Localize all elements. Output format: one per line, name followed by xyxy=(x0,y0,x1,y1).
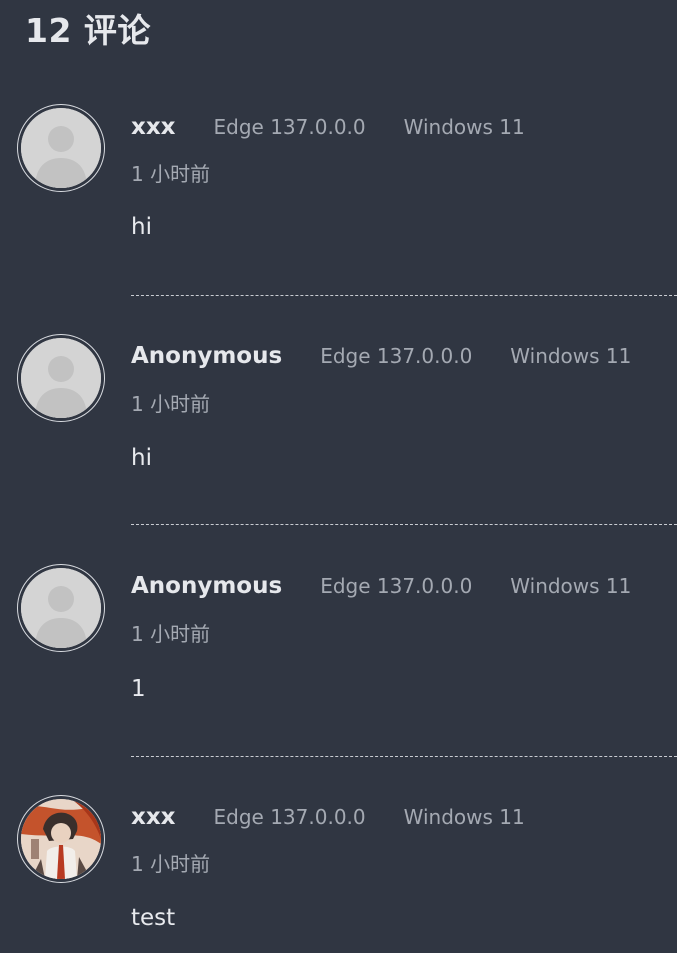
comment-browser: Edge 137.0.0.0 xyxy=(320,574,473,598)
comment-time: 1 小时前 xyxy=(131,392,211,416)
comment-author[interactable]: Anonymous xyxy=(131,343,282,369)
divider xyxy=(131,756,677,757)
comment-browser: Edge 137.0.0.0 xyxy=(213,805,366,829)
comment-browser: Edge 137.0.0.0 xyxy=(320,344,473,368)
comment-time: 1 小时前 xyxy=(131,162,211,186)
comment-meta: xxx Edge 137.0.0.0 Windows 11 xyxy=(131,114,525,140)
comment-meta: xxx Edge 137.0.0.0 Windows 11 xyxy=(131,804,525,830)
default-avatar-icon xyxy=(21,108,101,188)
comment-text: hi xyxy=(131,445,152,471)
comment-os: Windows 11 xyxy=(403,805,525,829)
comment-os: Windows 11 xyxy=(510,344,632,368)
divider xyxy=(131,524,677,525)
comment-os: Windows 11 xyxy=(403,115,525,139)
default-avatar-icon xyxy=(21,568,101,648)
comment-time: 1 小时前 xyxy=(131,622,211,646)
comment-text: 1 xyxy=(131,676,146,702)
avatar[interactable] xyxy=(17,564,105,652)
avatar[interactable] xyxy=(17,334,105,422)
comment-author[interactable]: xxx xyxy=(131,804,176,830)
comment-text: hi xyxy=(131,214,152,240)
comment-meta: Anonymous Edge 137.0.0.0 Windows 11 xyxy=(131,573,631,599)
divider xyxy=(131,295,677,296)
default-avatar-icon xyxy=(21,338,101,418)
comments-count-title: 12 评论 xyxy=(25,11,151,50)
comment-author[interactable]: Anonymous xyxy=(131,573,282,599)
comment-text: test xyxy=(131,905,176,931)
comment-author[interactable]: xxx xyxy=(131,114,176,140)
avatar[interactable] xyxy=(17,795,105,883)
user-photo-avatar xyxy=(21,799,101,879)
avatar[interactable] xyxy=(17,104,105,192)
comment-os: Windows 11 xyxy=(510,574,632,598)
comment-browser: Edge 137.0.0.0 xyxy=(213,115,366,139)
comment-time: 1 小时前 xyxy=(131,852,211,876)
comment-meta: Anonymous Edge 137.0.0.0 Windows 11 xyxy=(131,343,631,369)
